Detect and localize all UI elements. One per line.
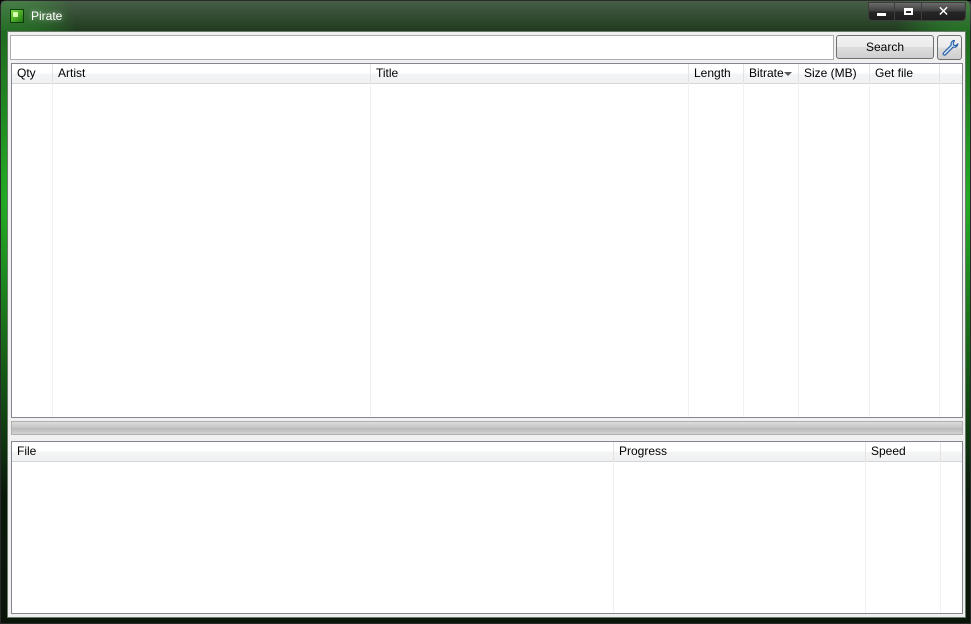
col-header-progress[interactable]: Progress bbox=[614, 442, 866, 461]
column-divider bbox=[939, 83, 940, 417]
client-area: Search Qty Artist Title Length Bitrate S… bbox=[7, 31, 966, 618]
col-header-filler bbox=[940, 64, 962, 83]
results-header: Qty Artist Title Length Bitrate Size (MB… bbox=[12, 64, 962, 84]
column-divider bbox=[798, 83, 799, 417]
maximize-icon bbox=[903, 8, 913, 15]
minimize-icon bbox=[877, 13, 886, 16]
column-divider bbox=[865, 461, 866, 613]
downloads-header: File Progress Speed bbox=[12, 442, 962, 462]
column-divider bbox=[743, 83, 744, 417]
wrench-icon bbox=[942, 39, 958, 56]
window-title: Pirate bbox=[31, 9, 63, 23]
col-header-speed[interactable]: Speed bbox=[866, 442, 941, 461]
downloads-list[interactable]: File Progress Speed bbox=[11, 441, 963, 614]
col-header-get-file[interactable]: Get file bbox=[870, 64, 940, 83]
application-window: Pirate ✕ Search Qty Artist Title Length … bbox=[0, 0, 971, 624]
column-divider bbox=[869, 83, 870, 417]
close-icon: ✕ bbox=[937, 3, 950, 20]
caption-buttons: ✕ bbox=[868, 2, 966, 22]
panel-splitter[interactable] bbox=[11, 421, 963, 435]
column-divider bbox=[688, 83, 689, 417]
col-header-length[interactable]: Length bbox=[689, 64, 744, 83]
search-button[interactable]: Search bbox=[836, 35, 934, 59]
search-button-label: Search bbox=[865, 40, 905, 54]
maximize-button[interactable] bbox=[895, 2, 922, 21]
col-header-title[interactable]: Title bbox=[371, 64, 689, 83]
column-divider bbox=[52, 83, 53, 417]
minimize-button[interactable] bbox=[868, 2, 895, 21]
column-divider bbox=[613, 461, 614, 613]
col-header-file[interactable]: File bbox=[12, 442, 614, 461]
col-header-artist[interactable]: Artist bbox=[53, 64, 371, 83]
col-header-filler bbox=[941, 442, 962, 461]
results-list[interactable]: Qty Artist Title Length Bitrate Size (MB… bbox=[11, 63, 963, 418]
app-icon bbox=[10, 9, 24, 23]
col-header-size[interactable]: Size (MB) bbox=[799, 64, 870, 83]
col-header-bitrate-label: Bitrate bbox=[749, 66, 784, 80]
column-divider bbox=[370, 83, 371, 417]
settings-button[interactable] bbox=[937, 35, 962, 60]
col-header-qty[interactable]: Qty bbox=[12, 64, 53, 83]
close-button[interactable]: ✕ bbox=[922, 2, 966, 21]
sort-descending-icon bbox=[784, 72, 792, 76]
title-bar[interactable]: Pirate ✕ bbox=[1, 1, 971, 31]
search-input[interactable] bbox=[10, 35, 834, 60]
column-divider bbox=[940, 461, 941, 613]
